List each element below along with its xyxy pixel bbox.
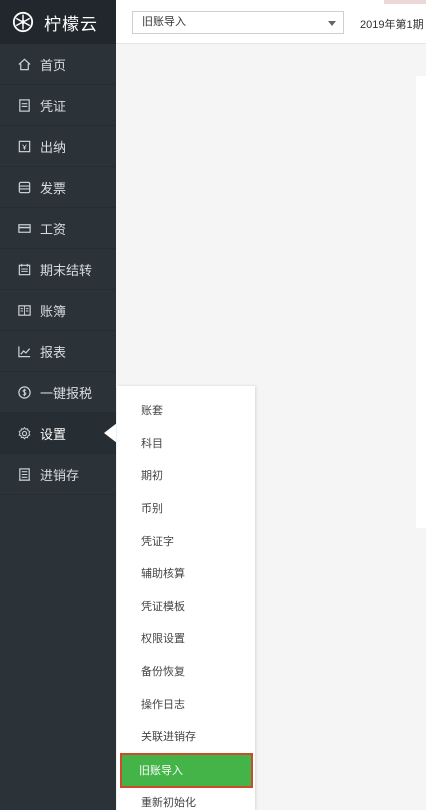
sidebar-item-voucher[interactable]: 凭证 bbox=[0, 85, 116, 126]
ledger-icon bbox=[16, 302, 32, 318]
submenu-item-label: 重新初始化 bbox=[141, 796, 196, 809]
submenu-item-operation-log[interactable]: 操作日志 bbox=[117, 687, 255, 720]
submenu-item-legacy-import[interactable]: 旧账导入 bbox=[120, 752, 253, 788]
sidebar-item-salary[interactable]: 工资 bbox=[0, 208, 116, 249]
home-icon bbox=[16, 56, 32, 72]
sidebar-item-label: 期末结转 bbox=[40, 262, 93, 278]
chevron-down-icon bbox=[328, 21, 336, 26]
submenu-item-opening-balance[interactable]: 期初 bbox=[117, 459, 255, 492]
submenu-item-label: 凭证模板 bbox=[141, 600, 185, 613]
top-decor-strip bbox=[384, 0, 426, 4]
submenu-item-label: 账套 bbox=[141, 405, 163, 418]
submenu-item-link-inventory[interactable]: 关联进销存 bbox=[117, 720, 255, 753]
voucher-icon bbox=[16, 97, 32, 113]
top-bar: 旧账导入 2019年第1期 bbox=[116, 0, 426, 44]
sidebar-item-ledger[interactable]: 账簿 bbox=[0, 290, 116, 331]
sidebar-item-label: 进销存 bbox=[40, 467, 80, 483]
function-select-value: 旧账导入 bbox=[142, 16, 186, 28]
submenu-item-reinitialize[interactable]: 重新初始化 bbox=[117, 786, 255, 810]
tax-icon bbox=[16, 384, 32, 400]
chart-icon bbox=[16, 343, 32, 359]
sidebar-item-label: 凭证 bbox=[40, 98, 67, 114]
submenu-item-label: 期初 bbox=[141, 470, 163, 483]
brand[interactable]: 柠檬云 bbox=[0, 0, 116, 44]
sidebar-item-label: 一键报税 bbox=[40, 385, 93, 401]
cashier-icon bbox=[16, 138, 32, 154]
submenu-item-label: 权限设置 bbox=[141, 633, 185, 646]
sidebar-item-label: 出纳 bbox=[40, 139, 67, 155]
function-select[interactable]: 旧账导入 bbox=[132, 11, 344, 34]
submenu-item-permissions[interactable]: 权限设置 bbox=[117, 622, 255, 655]
sidebar-item-settings[interactable]: 设置 bbox=[0, 413, 117, 454]
sidebar-item-invoice[interactable]: 发票 bbox=[0, 167, 116, 208]
inventory-icon bbox=[16, 466, 32, 482]
submenu-item-label: 操作日志 bbox=[141, 698, 185, 711]
brand-name: 柠檬云 bbox=[44, 14, 98, 34]
submenu-item-label: 关联进销存 bbox=[141, 731, 196, 744]
lemon-logo-icon bbox=[12, 11, 34, 33]
content-card bbox=[416, 76, 426, 528]
submenu-item-label: 辅助核算 bbox=[141, 568, 185, 581]
sidebar-item-label: 设置 bbox=[40, 426, 67, 442]
sidebar-item-label: 账簿 bbox=[40, 303, 67, 319]
submenu-item-label: 凭证字 bbox=[141, 535, 174, 548]
sidebar-item-label: 发票 bbox=[40, 180, 67, 196]
submenu-item-label: 旧账导入 bbox=[139, 765, 183, 778]
submenu-item-subjects[interactable]: 科目 bbox=[117, 427, 255, 460]
submenu-item-voucher-template[interactable]: 凭证模板 bbox=[117, 590, 255, 623]
submenu-item-label: 科目 bbox=[141, 437, 163, 450]
sidebar-item-label: 首页 bbox=[40, 57, 67, 73]
sidebar: 柠檬云 首页 凭证 出纳 发票 工资 期末结转 账簿 报表 一键报税 设置 进销… bbox=[0, 0, 117, 810]
sidebar-item-inventory[interactable]: 进销存 bbox=[0, 454, 116, 495]
submenu-list: 账套 科目 期初 币别 凭证字 辅助核算 凭证模板 权限设置 备份恢复 操作日志… bbox=[117, 386, 255, 810]
sidebar-item-cashier[interactable]: 出纳 bbox=[0, 126, 116, 167]
settings-submenu: 账套 科目 期初 币别 凭证字 辅助核算 凭证模板 权限设置 备份恢复 操作日志… bbox=[117, 386, 255, 810]
sidebar-nav: 首页 凭证 出纳 发票 工资 期末结转 账簿 报表 一键报税 设置 进销存 bbox=[0, 44, 117, 495]
period-label[interactable]: 2019年第1期 bbox=[360, 16, 424, 32]
invoice-icon bbox=[16, 179, 32, 195]
gear-icon bbox=[16, 425, 32, 441]
submenu-item-auxiliary-accounting[interactable]: 辅助核算 bbox=[117, 557, 255, 590]
sidebar-item-period-end[interactable]: 期末结转 bbox=[0, 249, 116, 290]
submenu-item-label: 备份恢复 bbox=[141, 666, 185, 679]
sidebar-item-home[interactable]: 首页 bbox=[0, 44, 116, 85]
calendar-icon bbox=[16, 261, 32, 277]
submenu-item-currency[interactable]: 币别 bbox=[117, 492, 255, 525]
submenu-item-voucher-word[interactable]: 凭证字 bbox=[117, 524, 255, 557]
sidebar-item-label: 工资 bbox=[40, 221, 67, 237]
salary-icon bbox=[16, 220, 32, 236]
submenu-item-account-set[interactable]: 账套 bbox=[117, 394, 255, 427]
submenu-item-backup-restore[interactable]: 备份恢复 bbox=[117, 655, 255, 688]
sidebar-item-label: 报表 bbox=[40, 344, 67, 360]
sidebar-item-reports[interactable]: 报表 bbox=[0, 331, 116, 372]
submenu-item-label: 币别 bbox=[141, 503, 163, 516]
sidebar-item-tax[interactable]: 一键报税 bbox=[0, 372, 116, 413]
